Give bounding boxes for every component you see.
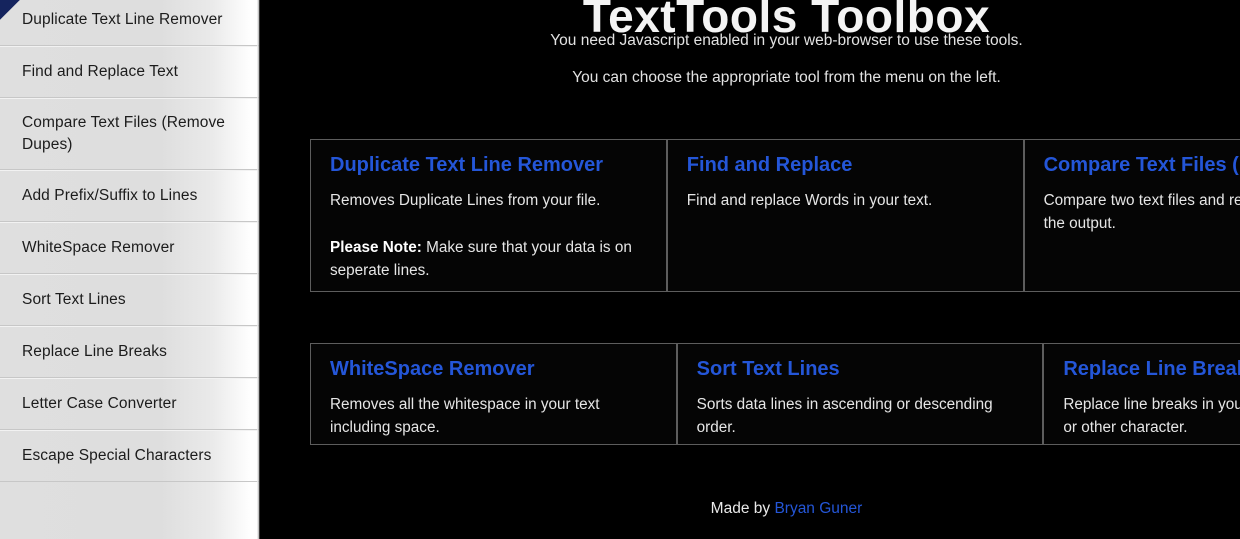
sidebar-item-label: Find and Replace Text <box>22 63 179 80</box>
sidebar-item-label: Compare Text Files (Remove Dupes) <box>22 114 226 153</box>
tool-card-title: Replace Line Breaks <box>1063 358 1240 380</box>
tool-card-title: WhiteSpace Remover <box>330 358 535 380</box>
tool-card-description: Find and replace Words in your text. <box>686 192 933 209</box>
tool-card-row-1: Duplicate Text Line Remover Removes Dupl… <box>310 139 1240 292</box>
subtitle-tool-instructions: You can choose the appropriate tool from… <box>572 69 1001 86</box>
tool-card-title: Compare Text Files (Remove Dupes) <box>1043 154 1240 176</box>
sidebar-item-label: Duplicate Text Line Remover <box>22 10 223 28</box>
sidebar-item-label: Replace Line Breaks <box>22 343 167 360</box>
footer-credit: Made by Bryan Guner <box>259 500 1240 518</box>
sidebar-item-letter-case-converter[interactable]: Letter Case Converter <box>0 378 259 430</box>
sidebar-item-escape-special-characters[interactable]: Escape Special Characters <box>0 430 259 482</box>
tool-card-row-2: WhiteSpace Remover Removes all the white… <box>310 343 1240 445</box>
main-content: TextTools Toolbox You need Javascript en… <box>259 0 1240 539</box>
app-viewport: Duplicate Text Line Remover Find and Rep… <box>0 0 1240 539</box>
tool-card-description: Removes Duplicate Lines from your file. <box>330 192 601 209</box>
sidebar-item-whitespace-remover[interactable]: WhiteSpace Remover <box>0 222 259 274</box>
tool-card-description: Replace line breaks in your text with a … <box>1063 396 1240 436</box>
tool-card-description: Removes all the whitespace in your text … <box>330 396 600 436</box>
footer-author-link[interactable]: Bryan Guner <box>774 500 862 517</box>
tool-card-note-label: Please Note: <box>330 238 422 256</box>
tool-card-duplicate-text-line-remover[interactable]: Duplicate Text Line Remover Removes Dupl… <box>310 139 667 292</box>
tool-card-note: Please Note: Make sure that your data is… <box>330 237 647 283</box>
sidebar-edge-divider <box>257 0 260 539</box>
sidebar-item-find-and-replace-text[interactable]: Find and Replace Text <box>0 46 259 98</box>
footer-made-by-text: Made by <box>710 500 775 517</box>
sidebar-item-compare-text-files[interactable]: Compare Text Files (Remove Dupes) <box>0 98 259 170</box>
tool-card-whitespace-remover[interactable]: WhiteSpace Remover Removes all the white… <box>310 343 677 445</box>
subtitle-javascript-notice: You need Javascript enabled in your web-… <box>550 32 1023 49</box>
sidebar-item-label: Add Prefix/Suffix to Lines <box>22 187 198 204</box>
sidebar-item-label: Escape Special Characters <box>22 447 212 464</box>
tool-card-compare-text-files[interactable]: Compare Text Files (Remove Dupes) Compar… <box>1023 139 1240 292</box>
sidebar: Duplicate Text Line Remover Find and Rep… <box>0 0 259 539</box>
sidebar-item-label: Sort Text Lines <box>22 291 126 308</box>
tool-card-sort-text-lines[interactable]: Sort Text Lines Sorts data lines in asce… <box>676 343 1044 445</box>
sidebar-item-replace-line-breaks[interactable]: Replace Line Breaks <box>0 326 259 378</box>
tool-card-title: Duplicate Text Line Remover <box>330 154 604 176</box>
tool-card-title: Find and Replace <box>686 154 853 176</box>
sidebar-item-duplicate-text-line-remover[interactable]: Duplicate Text Line Remover <box>0 0 259 46</box>
tool-card-description: Sorts data lines in ascending or descend… <box>696 396 993 436</box>
tool-card-grid: Duplicate Text Line Remover Removes Dupl… <box>310 139 1240 445</box>
sidebar-item-add-prefix-suffix-to-lines[interactable]: Add Prefix/Suffix to Lines <box>0 170 259 222</box>
tool-card-description: Compare two text files and remove duplic… <box>1043 192 1240 232</box>
tool-card-title: Sort Text Lines <box>696 358 840 380</box>
sidebar-item-label: WhiteSpace Remover <box>22 239 175 256</box>
sidebar-item-sort-text-lines[interactable]: Sort Text Lines <box>0 274 259 326</box>
sidebar-menu-list: Duplicate Text Line Remover Find and Rep… <box>0 0 259 482</box>
tool-card-replace-line-breaks[interactable]: Replace Line Breaks Replace line breaks … <box>1043 343 1240 445</box>
tool-card-find-and-replace[interactable]: Find and Replace Find and replace Words … <box>666 139 1024 292</box>
sidebar-item-label: Letter Case Converter <box>22 395 177 412</box>
